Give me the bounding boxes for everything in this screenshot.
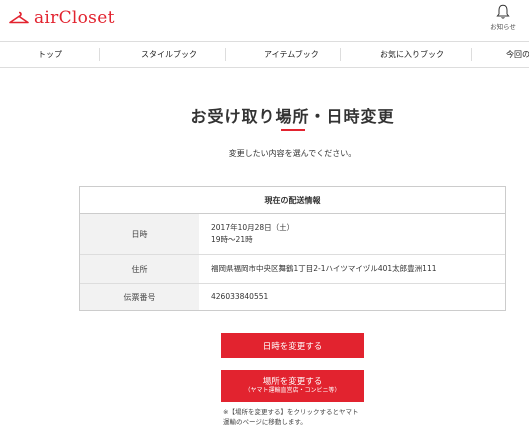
redirect-note-line: 運輸のページに移動します。 xyxy=(223,418,307,426)
logo-text: airCloset xyxy=(34,8,115,28)
delivery-label-address: 住所 xyxy=(80,255,199,283)
delivery-info-heading: 現在の配送情報 xyxy=(80,187,505,214)
redirect-note-line: ※【場所を変更する】をクリックするとヤマト xyxy=(223,408,359,416)
notice-label: お知らせ xyxy=(490,23,516,31)
nav-divider xyxy=(471,48,472,61)
nav-item-top[interactable]: トップ xyxy=(38,42,62,67)
delivery-label-datetime: 日時 xyxy=(80,214,199,254)
page-title: お受け取り場所・日時変更 xyxy=(190,107,395,126)
delivery-date: 2017年10月28日（土） xyxy=(211,223,295,232)
page-subtitle: 変更したい内容を選んでください。 xyxy=(228,149,357,158)
delivery-row-tracking: 伝票番号 426033840551 xyxy=(80,284,505,310)
nav-item-current[interactable]: 今回の xyxy=(506,42,529,67)
title-underline xyxy=(281,129,305,131)
tracking-number: 426033840551 xyxy=(211,292,269,301)
change-place-label: 場所を変更する xyxy=(262,376,323,386)
delivery-label-tracking: 伝票番号 xyxy=(80,284,199,310)
delivery-value-tracking: 426033840551 xyxy=(199,284,505,310)
nav-item-favorites[interactable]: お気に入りブック xyxy=(380,42,444,67)
delivery-value-datetime: 2017年10月28日（土） 19時〜21時 xyxy=(199,214,505,254)
redirect-note: ※【場所を変更する】をクリックするとヤマト 運輸のページに移動します。 xyxy=(223,407,373,427)
delivery-address: 福岡県福岡市中央区舞鶴1丁目2-1ハイツマイヅル401太郎豊洲111 xyxy=(211,264,437,273)
nav-divider xyxy=(340,48,341,61)
delivery-value-address: 福岡県福岡市中央区舞鶴1丁目2-1ハイツマイヅル401太郎豊洲111 xyxy=(199,255,505,283)
nav-item-stylebook[interactable]: スタイルブック xyxy=(141,42,197,67)
delivery-row-address: 住所 福岡県福岡市中央区舞鶴1丁目2-1ハイツマイヅル401太郎豊洲111 xyxy=(80,255,505,284)
bell-icon xyxy=(496,4,510,19)
delivery-row-datetime: 日時 2017年10月28日（土） 19時〜21時 xyxy=(80,214,505,255)
logo[interactable]: airCloset xyxy=(8,8,115,28)
nav-item-itembook[interactable]: アイテムブック xyxy=(264,42,319,67)
nav-divider xyxy=(225,48,226,61)
change-place-button[interactable]: 場所を変更する （ヤマト運輸直営店・コンビニ等） xyxy=(221,370,364,402)
nav-divider xyxy=(99,48,100,61)
delivery-info-table: 現在の配送情報 日時 2017年10月28日（土） 19時〜21時 住所 福岡県… xyxy=(79,186,506,311)
change-place-sublabel: （ヤマト運輸直営店・コンビニ等） xyxy=(244,388,341,394)
notice-button[interactable]: お知らせ xyxy=(486,4,520,31)
delivery-time: 19時〜21時 xyxy=(211,235,253,244)
global-nav: トップ スタイルブック アイテムブック お気に入りブック 今回の xyxy=(0,41,529,68)
site-header: airCloset お知らせ xyxy=(0,0,529,40)
change-datetime-button[interactable]: 日時を変更する xyxy=(221,333,364,358)
hanger-icon xyxy=(9,11,29,24)
